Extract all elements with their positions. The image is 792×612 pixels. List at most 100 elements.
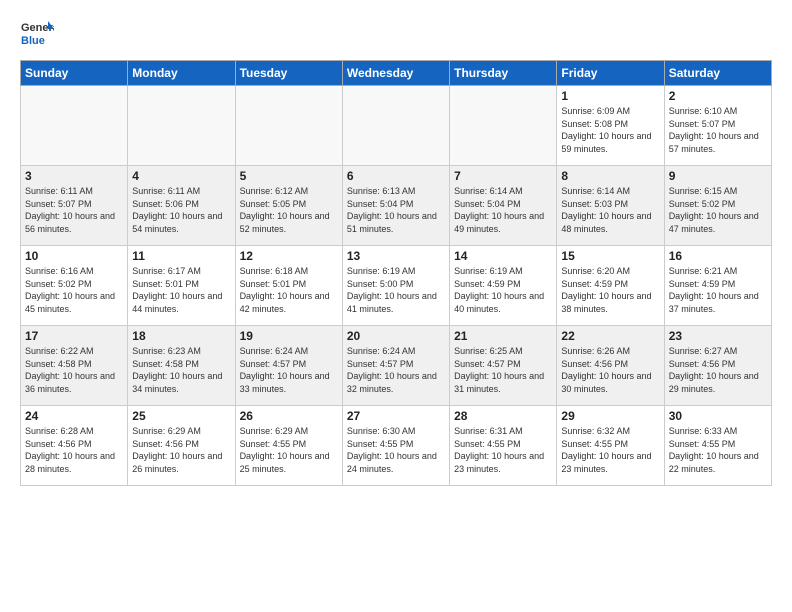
calendar-cell [450,86,557,166]
calendar-cell: 11Sunrise: 6:17 AMSunset: 5:01 PMDayligh… [128,246,235,326]
weekday-friday: Friday [557,61,664,86]
day-number: 9 [669,169,767,183]
day-number: 15 [561,249,659,263]
day-info: Sunrise: 6:28 AMSunset: 4:56 PMDaylight:… [25,425,123,475]
day-number: 20 [347,329,445,343]
day-number: 19 [240,329,338,343]
day-number: 26 [240,409,338,423]
svg-text:Blue: Blue [21,35,45,47]
day-info: Sunrise: 6:31 AMSunset: 4:55 PMDaylight:… [454,425,552,475]
calendar-cell: 7 Sunrise: 6:14 AMSunset: 5:04 PMDaylight… [450,166,557,246]
day-info: Sunrise: 6:29 AMSunset: 4:55 PMDaylight:… [240,425,338,475]
calendar-cell [21,86,128,166]
day-info: Sunrise: 6:26 AMSunset: 4:56 PMDaylight:… [561,345,659,395]
weekday-thursday: Thursday [450,61,557,86]
week-row-1: 1 Sunrise: 6:09 AMSunset: 5:08 PMDaylight… [21,86,772,166]
day-info: Sunrise: 6:22 AMSunset: 4:58 PMDaylight:… [25,345,123,395]
calendar-cell: 13 Sunrise: 6:19 AMSunset: 5:00 PMDayligh… [342,246,449,326]
day-info: Sunrise: 6:19 AMSunset: 5:00 PMDaylight:… [347,265,445,315]
day-number: 24 [25,409,123,423]
week-row-5: 24 Sunrise: 6:28 AMSunset: 4:56 PMDayligh… [21,406,772,486]
day-info: Sunrise: 6:16 AMSunset: 5:02 PMDaylight:… [25,265,123,315]
day-number: 6 [347,169,445,183]
weekday-tuesday: Tuesday [235,61,342,86]
day-number: 29 [561,409,659,423]
weekday-sunday: Sunday [21,61,128,86]
day-info: Sunrise: 6:11 AMSunset: 5:06 PMDaylight:… [132,185,230,235]
weekday-header-row: SundayMondayTuesdayWednesdayThursdayFrid… [21,61,772,86]
day-info: Sunrise: 6:19 AMSunset: 4:59 PMDaylight:… [454,265,552,315]
day-info: Sunrise: 6:14 AMSunset: 5:04 PMDaylight:… [454,185,552,235]
logo: General Blue [20,16,54,50]
calendar-cell: 20 Sunrise: 6:24 AMSunset: 4:57 PMDayligh… [342,326,449,406]
day-number: 3 [25,169,123,183]
week-row-2: 3 Sunrise: 6:11 AMSunset: 5:07 PMDaylight… [21,166,772,246]
calendar-cell: 19Sunrise: 6:24 AMSunset: 4:57 PMDayligh… [235,326,342,406]
day-info: Sunrise: 6:25 AMSunset: 4:57 PMDaylight:… [454,345,552,395]
day-number: 8 [561,169,659,183]
day-number: 1 [561,89,659,103]
day-number: 12 [240,249,338,263]
calendar-cell: 9 Sunrise: 6:15 AMSunset: 5:02 PMDaylight… [664,166,771,246]
calendar-cell: 14 Sunrise: 6:19 AMSunset: 4:59 PMDayligh… [450,246,557,326]
calendar-cell: 8Sunrise: 6:14 AMSunset: 5:03 PMDaylight… [557,166,664,246]
day-info: Sunrise: 6:23 AMSunset: 4:58 PMDaylight:… [132,345,230,395]
page: General Blue SundayMondayTuesdayWednesda… [0,0,792,612]
day-info: Sunrise: 6:15 AMSunset: 5:02 PMDaylight:… [669,185,767,235]
day-number: 22 [561,329,659,343]
day-number: 27 [347,409,445,423]
calendar-cell [342,86,449,166]
day-info: Sunrise: 6:10 AMSunset: 5:07 PMDaylight:… [669,105,767,155]
calendar-cell: 27 Sunrise: 6:30 AMSunset: 4:55 PMDayligh… [342,406,449,486]
day-info: Sunrise: 6:29 AMSunset: 4:56 PMDaylight:… [132,425,230,475]
calendar-cell: 4 Sunrise: 6:11 AMSunset: 5:06 PMDaylight… [128,166,235,246]
day-info: Sunrise: 6:09 AMSunset: 5:08 PMDaylight:… [561,105,659,155]
day-info: Sunrise: 6:17 AMSunset: 5:01 PMDaylight:… [132,265,230,315]
day-info: Sunrise: 6:30 AMSunset: 4:55 PMDaylight:… [347,425,445,475]
calendar-cell: 18 Sunrise: 6:23 AMSunset: 4:58 PMDayligh… [128,326,235,406]
day-info: Sunrise: 6:18 AMSunset: 5:01 PMDaylight:… [240,265,338,315]
calendar-cell: 23 Sunrise: 6:27 AMSunset: 4:56 PMDayligh… [664,326,771,406]
day-number: 25 [132,409,230,423]
day-number: 4 [132,169,230,183]
calendar-cell: 10 Sunrise: 6:16 AMSunset: 5:02 PMDayligh… [21,246,128,326]
calendar-cell: 29 Sunrise: 6:32 AMSunset: 4:55 PMDayligh… [557,406,664,486]
calendar-cell: 28Sunrise: 6:31 AMSunset: 4:55 PMDayligh… [450,406,557,486]
calendar-cell: 1 Sunrise: 6:09 AMSunset: 5:08 PMDaylight… [557,86,664,166]
day-info: Sunrise: 6:24 AMSunset: 4:57 PMDaylight:… [347,345,445,395]
day-number: 14 [454,249,552,263]
calendar: SundayMondayTuesdayWednesdayThursdayFrid… [20,60,772,486]
week-row-4: 17 Sunrise: 6:22 AMSunset: 4:58 PMDayligh… [21,326,772,406]
calendar-cell: 26 Sunrise: 6:29 AMSunset: 4:55 PMDayligh… [235,406,342,486]
day-info: Sunrise: 6:11 AMSunset: 5:07 PMDaylight:… [25,185,123,235]
calendar-cell: 2Sunrise: 6:10 AMSunset: 5:07 PMDaylight… [664,86,771,166]
day-number: 18 [132,329,230,343]
week-row-3: 10 Sunrise: 6:16 AMSunset: 5:02 PMDayligh… [21,246,772,326]
day-number: 5 [240,169,338,183]
calendar-cell: 25 Sunrise: 6:29 AMSunset: 4:56 PMDayligh… [128,406,235,486]
day-number: 30 [669,409,767,423]
day-info: Sunrise: 6:20 AMSunset: 4:59 PMDaylight:… [561,265,659,315]
day-number: 16 [669,249,767,263]
calendar-cell: 5 Sunrise: 6:12 AMSunset: 5:05 PMDaylight… [235,166,342,246]
day-number: 21 [454,329,552,343]
day-number: 7 [454,169,552,183]
day-info: Sunrise: 6:12 AMSunset: 5:05 PMDaylight:… [240,185,338,235]
day-number: 13 [347,249,445,263]
day-info: Sunrise: 6:21 AMSunset: 4:59 PMDaylight:… [669,265,767,315]
logo-svg: General Blue [20,16,54,50]
header: General Blue [20,16,772,50]
day-number: 23 [669,329,767,343]
day-info: Sunrise: 6:32 AMSunset: 4:55 PMDaylight:… [561,425,659,475]
weekday-monday: Monday [128,61,235,86]
weekday-saturday: Saturday [664,61,771,86]
calendar-cell: 22 Sunrise: 6:26 AMSunset: 4:56 PMDayligh… [557,326,664,406]
calendar-cell: 24 Sunrise: 6:28 AMSunset: 4:56 PMDayligh… [21,406,128,486]
day-info: Sunrise: 6:27 AMSunset: 4:56 PMDaylight:… [669,345,767,395]
day-number: 10 [25,249,123,263]
calendar-cell: 3 Sunrise: 6:11 AMSunset: 5:07 PMDaylight… [21,166,128,246]
calendar-cell: 30Sunrise: 6:33 AMSunset: 4:55 PMDayligh… [664,406,771,486]
weekday-wednesday: Wednesday [342,61,449,86]
day-number: 17 [25,329,123,343]
calendar-cell: 21 Sunrise: 6:25 AMSunset: 4:57 PMDayligh… [450,326,557,406]
